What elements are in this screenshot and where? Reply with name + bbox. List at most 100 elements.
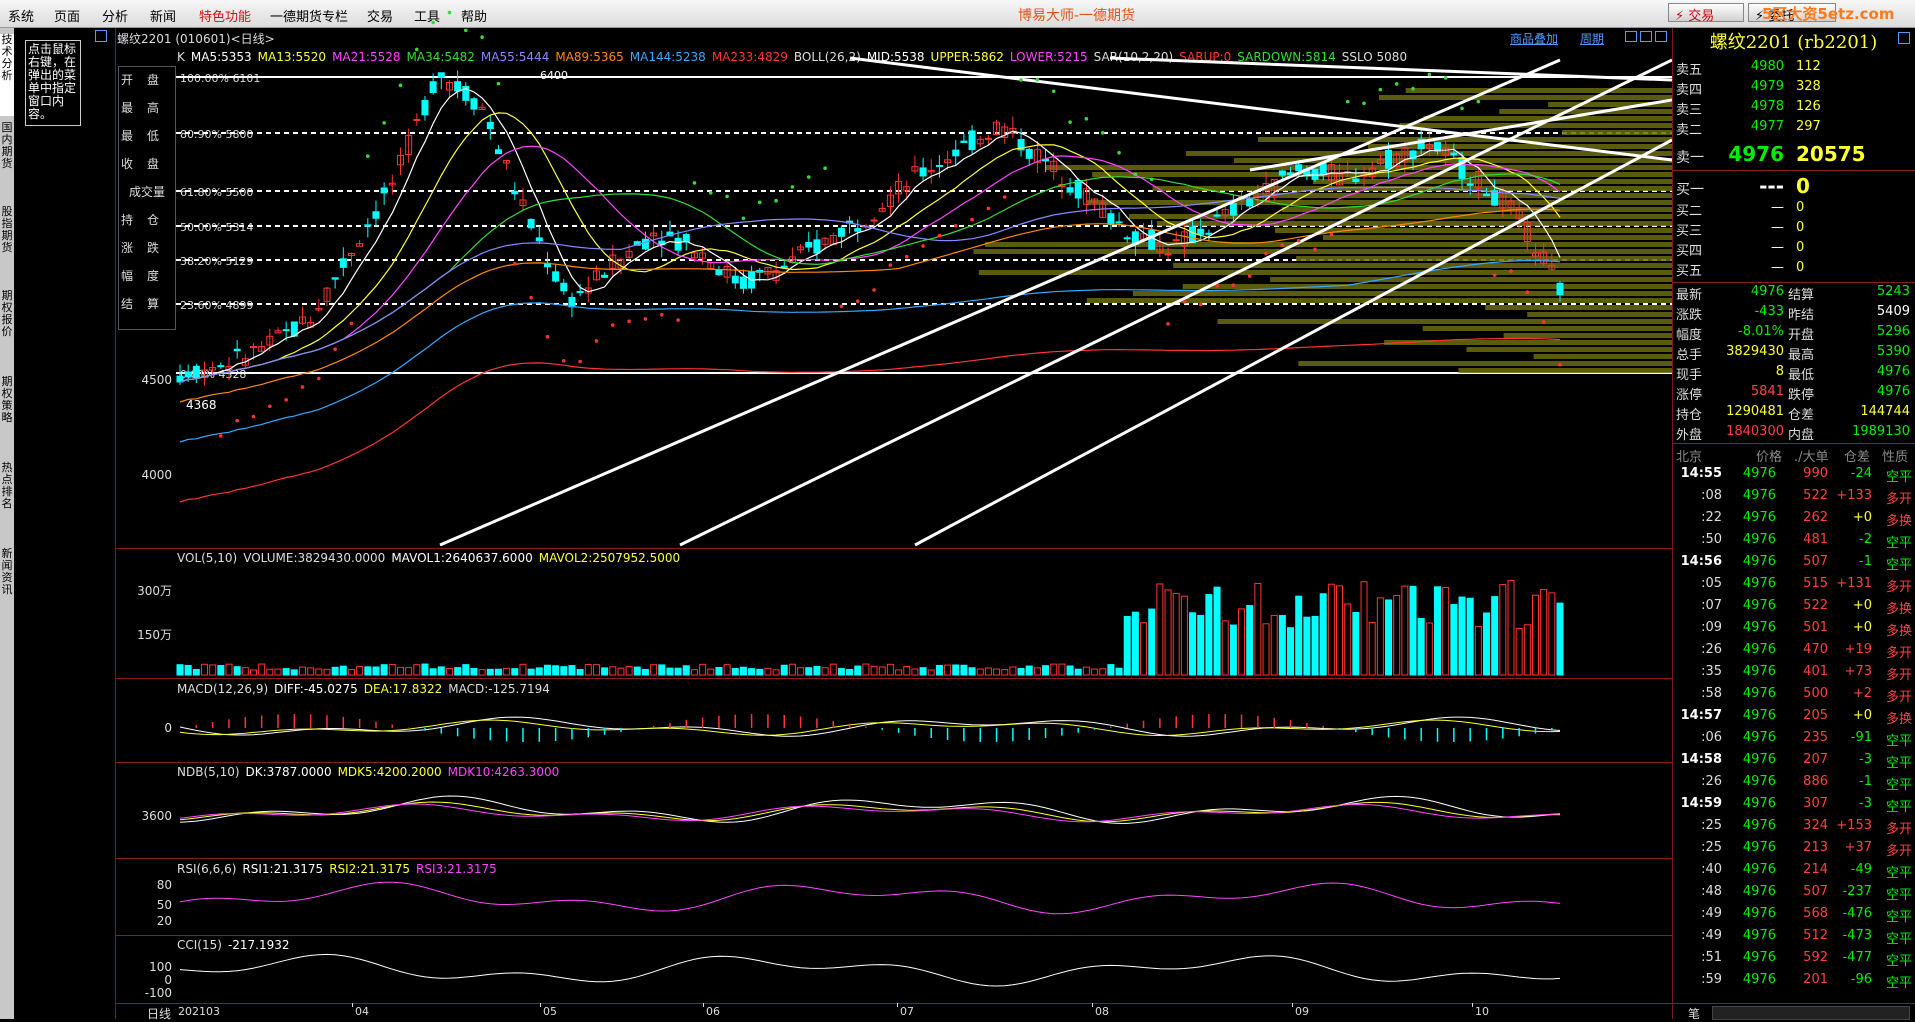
- volume-bar: [503, 667, 511, 676]
- candle-body: [184, 371, 192, 378]
- stat-label: 最新: [1676, 288, 1703, 303]
- tick-row[interactable]: :09 4976 501 +0 多换: [1676, 620, 1912, 642]
- tick-price: 4976: [1742, 906, 1776, 921]
- tick-price: 4976: [1742, 818, 1776, 833]
- tick-row[interactable]: :58 4976 500 +2 多开: [1676, 686, 1912, 708]
- tick-oi-change: +2: [1852, 686, 1872, 701]
- tick-price: 4976: [1742, 884, 1776, 899]
- volume-bar: [1336, 585, 1344, 676]
- sar-dot: [463, 28, 468, 33]
- sar-dot: [431, 20, 435, 25]
- stat-label: 最低: [1788, 368, 1815, 383]
- volume-profile-bar: [973, 249, 1672, 254]
- volume-bar: [821, 667, 829, 676]
- tick-row[interactable]: :35 4976 401 +73 多开: [1676, 664, 1912, 686]
- candle-body: [641, 238, 649, 250]
- sar-dot: [268, 404, 272, 409]
- volume-bar: [209, 664, 217, 676]
- candle-body: [935, 164, 943, 167]
- bid-row[interactable]: 买五 — 0: [1676, 260, 1912, 280]
- candle-body: [560, 282, 568, 292]
- tick-row[interactable]: :40 4976 214 -49 空平: [1676, 862, 1912, 884]
- volume-bar: [862, 663, 870, 676]
- panel-restore-icon[interactable]: [1898, 32, 1910, 44]
- candle-body: [1025, 148, 1033, 159]
- sar-dot: [1198, 302, 1203, 307]
- sar-dot: [986, 206, 991, 211]
- tick-row[interactable]: 14:58 4976 207 -3 空平: [1676, 752, 1912, 774]
- tick-row[interactable]: :06 4976 235 -91 空平: [1676, 730, 1912, 752]
- bid-row[interactable]: 买一 --- 0: [1676, 174, 1912, 200]
- tick-row[interactable]: 14:56 4976 507 -1 空平: [1676, 554, 1912, 576]
- sar-dot: [317, 376, 321, 381]
- tick-row[interactable]: 14:55 4976 990 -24 空平: [1676, 466, 1912, 488]
- bid-row[interactable]: 买四 — 0: [1676, 240, 1912, 260]
- bid-row[interactable]: 买三 — 0: [1676, 220, 1912, 240]
- tick-row[interactable]: :49 4976 512 -473 空平: [1676, 928, 1912, 950]
- trade-button[interactable]: ⚡ 交易: [1668, 3, 1744, 24]
- ask-row[interactable]: 卖三 4978 126: [1676, 99, 1912, 119]
- tick-oi-change: +131: [1836, 576, 1872, 591]
- tick-row[interactable]: :22 4976 262 +0 多换: [1676, 510, 1912, 532]
- volume-bar: [1319, 593, 1327, 676]
- volume-bar: [1417, 618, 1425, 676]
- tick-row[interactable]: 14:59 4976 307 -3 空平: [1676, 796, 1912, 818]
- ask-row[interactable]: 卖五 4980 112: [1676, 59, 1912, 79]
- ask-row[interactable]: 卖四 4979 328: [1676, 79, 1912, 99]
- volume-bar: [993, 668, 1001, 676]
- tick-oi-change: +19: [1844, 642, 1872, 657]
- sar-dot: [1541, 320, 1546, 324]
- volume-bar: [1082, 666, 1090, 676]
- tick-time: :08: [1701, 488, 1722, 503]
- sar-dot: [1443, 76, 1448, 80]
- tick-row[interactable]: :59 4976 201 -96 空平: [1676, 972, 1912, 994]
- tick-price: 4976: [1742, 598, 1776, 613]
- tick-row[interactable]: :25 4976 213 +37 多开: [1676, 840, 1912, 862]
- tick-row[interactable]: :25 4976 324 +153 多开: [1676, 818, 1912, 840]
- volume-bar: [486, 668, 494, 676]
- volume-bar: [1278, 615, 1286, 676]
- candle-body: [1295, 164, 1303, 172]
- volume-bar: [1368, 622, 1376, 676]
- volume-profile-bar: [1296, 256, 1672, 261]
- tick-time: 14:55: [1680, 466, 1722, 481]
- sar-dot: [1149, 177, 1154, 182]
- tick-price: 4976: [1742, 950, 1776, 965]
- tick-row[interactable]: :05 4976 515 +131 多开: [1676, 576, 1912, 598]
- volume-bar: [1442, 586, 1450, 676]
- sar-dot: [1313, 247, 1317, 252]
- tick-volume: 886: [1803, 774, 1828, 789]
- tick-row[interactable]: :08 4976 522 +133 多开: [1676, 488, 1912, 510]
- tick-row[interactable]: :26 4976 886 -1 空平: [1676, 774, 1912, 796]
- volume-bar: [1344, 603, 1352, 676]
- volume-bar: [1025, 665, 1033, 676]
- tick-row[interactable]: :07 4976 522 +0 多换: [1676, 598, 1912, 620]
- bid-volume: 0: [1796, 240, 1805, 255]
- tick-row[interactable]: :50 4976 481 -2 空平: [1676, 532, 1912, 554]
- tick-row[interactable]: :51 4976 592 -477 空平: [1676, 950, 1912, 972]
- sar-dot: [1051, 89, 1056, 94]
- tick-oi-change: +37: [1844, 840, 1872, 855]
- volume-bar: [1540, 589, 1548, 676]
- volume-bar: [788, 663, 796, 676]
- stat-label: 内盘: [1788, 428, 1815, 443]
- tick-row[interactable]: 14:57 4976 205 +0 多换: [1676, 708, 1912, 730]
- bid-volume: 0: [1796, 220, 1805, 235]
- ask-row[interactable]: 卖二 4977 297: [1676, 119, 1912, 139]
- tick-nature: 多开: [1885, 690, 1912, 705]
- ask-row[interactable]: 卖一 4976 20575: [1676, 142, 1912, 168]
- tick-row[interactable]: :49 4976 568 -476 空平: [1676, 906, 1912, 928]
- stat-value: 5296: [1876, 324, 1910, 339]
- candle-body: [1491, 190, 1499, 206]
- tick-scrollbar[interactable]: [1712, 1006, 1910, 1020]
- volume-bar: [633, 666, 641, 676]
- tick-oi-change: +0: [1852, 708, 1872, 723]
- tick-row[interactable]: :26 4976 470 +19 多开: [1676, 642, 1912, 664]
- volume-bar: [364, 666, 372, 676]
- bid-row[interactable]: 买二 — 0: [1676, 200, 1912, 220]
- tick-time: :06: [1701, 730, 1722, 745]
- ticks-header-oi: 仓差: [1844, 450, 1871, 465]
- tick-price: 4976: [1742, 928, 1776, 943]
- tick-volume: 470: [1803, 642, 1828, 657]
- tick-row[interactable]: :48 4976 507 -237 空平: [1676, 884, 1912, 906]
